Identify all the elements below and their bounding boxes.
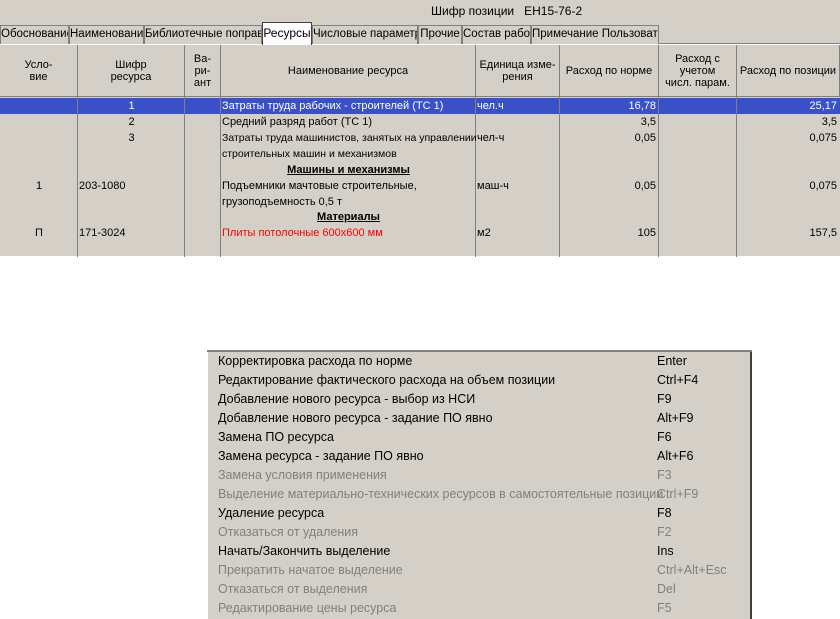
menu-item-label: Отказаться от удаления <box>218 525 358 539</box>
resource-name-cell: Затраты труда машинистов, занятых на упр… <box>222 132 477 144</box>
grid-line <box>475 97 476 257</box>
tab-bar: Обоснование Наименование Библиотечные по… <box>0 22 840 45</box>
tab-justification[interactable]: Обоснование <box>0 25 69 44</box>
menu-item-cancel-delete: Отказаться от удаления F2 <box>208 523 751 542</box>
menu-item-label: Отказаться от выделения <box>218 582 368 596</box>
resource-window: Шифр позиции ЕН15-76-2 Обоснование Наиме… <box>0 0 840 257</box>
column-header-variant[interactable]: Ва- ри- ант <box>185 45 221 97</box>
menu-item-shortcut: Ins <box>657 544 674 558</box>
menu-item-label: Корректировка расхода по норме <box>218 354 413 368</box>
resource-code-cell: 171-3024 <box>79 227 126 239</box>
menu-item-label: Добавление нового ресурса - выбор из НСИ <box>218 392 476 406</box>
menu-item-label: Добавление нового ресурса - задание ПО я… <box>218 411 493 425</box>
menu-item-label: Редактирование цены ресурса <box>218 601 397 615</box>
context-menu: Корректировка расхода по норме Enter Ред… <box>207 350 752 619</box>
menu-item-shortcut: F5 <box>657 601 672 615</box>
table-header: Усло- вие Шифр ресурса Ва- ри- ант Наиме… <box>0 45 840 97</box>
menu-item-shortcut: Del <box>657 582 676 596</box>
menu-item-label: Редактирование фактического расхода на о… <box>218 373 556 387</box>
resource-name-cell: Подъемники мачтовые строительные, <box>222 180 417 192</box>
menu-item-add-from-nsi[interactable]: Добавление нового ресурса - выбор из НСИ… <box>208 390 751 409</box>
menu-item-label: Начать/Закончить выделение <box>218 544 391 558</box>
menu-item-label: Выделение материально-технических ресурс… <box>218 487 664 501</box>
menu-item-shortcut: F3 <box>657 468 672 482</box>
column-header-condition[interactable]: Усло- вие <box>0 45 78 97</box>
menu-item-replace-explicit[interactable]: Замена ресурса - задание ПО явно Alt+F6 <box>208 447 751 466</box>
resource-code-cell: 2 <box>128 116 135 128</box>
menu-item-cancel-selection: Отказаться от выделения Del <box>208 580 751 599</box>
title-bar: Шифр позиции ЕН15-76-2 <box>0 0 840 22</box>
resource-name-cell: Затраты труда рабочих - строителей (ТС 1… <box>222 100 444 112</box>
menu-item-shortcut: F8 <box>657 506 672 520</box>
menu-item-shortcut: F9 <box>657 392 672 406</box>
menu-item-toggle-selection[interactable]: Начать/Закончить выделение Ins <box>208 542 751 561</box>
tab-resources[interactable]: Ресурсы <box>262 22 312 45</box>
column-header-position-consumption[interactable]: Расход по позиции <box>737 45 840 97</box>
column-header-param-consumption[interactable]: Расход с учетом числ. парам. <box>659 45 737 97</box>
menu-item-shortcut: Alt+F6 <box>657 449 694 463</box>
column-header-unit[interactable]: Единица изме- рения <box>476 45 560 97</box>
condition-cell: 1 <box>35 180 43 192</box>
position-consumption-cell: 25,17 <box>809 100 837 112</box>
norm-consumption-cell: 0,05 <box>634 132 656 144</box>
resource-code-cell: 3 <box>128 132 135 144</box>
tab-user-notes[interactable]: Примечание Пользователя <box>531 25 659 44</box>
menu-item-label: Прекратить начатое выделение <box>218 563 403 577</box>
menu-item-shortcut: Ctrl+F4 <box>657 373 699 387</box>
norm-consumption-cell: 0,05 <box>634 180 656 192</box>
menu-item-replace-po[interactable]: Замена ПО ресурса F6 <box>208 428 751 447</box>
unit-cell: чел-ч <box>477 132 505 144</box>
menu-item-extract-resources: Выделение материально-технических ресурс… <box>208 485 751 504</box>
resource-name-cell-line2: строительных машин и механизмов <box>222 148 397 160</box>
section-header-materials: Материалы <box>317 211 380 223</box>
column-header-resource-name[interactable]: Наименование ресурса <box>221 45 476 97</box>
norm-consumption-cell: 105 <box>637 227 656 239</box>
tab-library-corrections[interactable]: Библиотечные поправки <box>144 25 262 44</box>
menu-item-shortcut: F6 <box>657 430 672 444</box>
menu-item-delete-resource[interactable]: Удаление ресурса F8 <box>208 504 751 523</box>
menu-item-edit-actual[interactable]: Редактирование фактического расхода на о… <box>208 371 751 390</box>
menu-item-correct-norm[interactable]: Корректировка расхода по норме Enter <box>208 352 751 371</box>
unit-cell: чел.ч <box>477 100 504 112</box>
position-consumption-cell: 0,075 <box>809 132 837 144</box>
norm-consumption-cell: 16,78 <box>628 100 656 112</box>
resource-code-cell: 203-1080 <box>79 180 126 192</box>
menu-item-shortcut: Alt+F9 <box>657 411 694 425</box>
menu-item-label: Удаление ресурса <box>218 506 325 520</box>
position-consumption-cell: 3,5 <box>821 116 837 128</box>
resource-name-cell: Плиты потолочные 600х600 мм <box>222 227 383 239</box>
condition-cell: П <box>35 227 43 239</box>
menu-item-label: Замена ПО ресурса <box>218 430 334 444</box>
resources-table: Усло- вие Шифр ресурса Ва- ри- ант Наиме… <box>0 44 840 257</box>
column-header-norm-consumption[interactable]: Расход по норме <box>560 45 659 97</box>
menu-item-label: Замена условия применения <box>218 468 387 482</box>
grid-line <box>658 97 659 257</box>
resource-name-cell-line2: грузоподъемность 0,5 т <box>222 196 343 208</box>
resource-name-cell: Средний разряд работ (ТС 1) <box>222 116 373 128</box>
unit-cell: маш-ч <box>477 180 509 192</box>
resource-code-cell: 1 <box>128 100 135 112</box>
tab-numeric-params[interactable]: Числовые параметры <box>312 25 418 44</box>
menu-item-label: Замена ресурса - задание ПО явно <box>218 449 424 463</box>
section-header-machines: Машины и механизмы <box>287 164 410 176</box>
tab-work-composition[interactable]: Состав работ <box>462 25 531 44</box>
grid-line <box>220 97 221 257</box>
tab-other[interactable]: Прочие <box>418 25 462 44</box>
menu-border <box>207 350 752 352</box>
menu-item-shortcut: Ctrl+Alt+Esc <box>657 563 727 577</box>
menu-item-edit-price: Редактирование цены ресурса F5 <box>208 599 751 618</box>
menu-item-shortcut: Enter <box>657 354 687 368</box>
column-header-resource-code[interactable]: Шифр ресурса <box>78 45 185 97</box>
menu-item-shortcut: Ctrl+F9 <box>657 487 699 501</box>
position-consumption-cell: 157,5 <box>809 227 837 239</box>
position-consumption-cell: 0,075 <box>809 180 837 192</box>
menu-item-shortcut: F2 <box>657 525 672 539</box>
unit-cell: м2 <box>477 227 491 239</box>
menu-item-add-explicit[interactable]: Добавление нового ресурса - задание ПО я… <box>208 409 751 428</box>
norm-consumption-cell: 3,5 <box>640 116 656 128</box>
menu-item-stop-selection: Прекратить начатое выделение Ctrl+Alt+Es… <box>208 561 751 580</box>
menu-item-replace-condition: Замена условия применения F3 <box>208 466 751 485</box>
tab-name[interactable]: Наименование <box>69 25 144 44</box>
position-code-title: Шифр позиции ЕН15-76-2 <box>431 4 583 18</box>
